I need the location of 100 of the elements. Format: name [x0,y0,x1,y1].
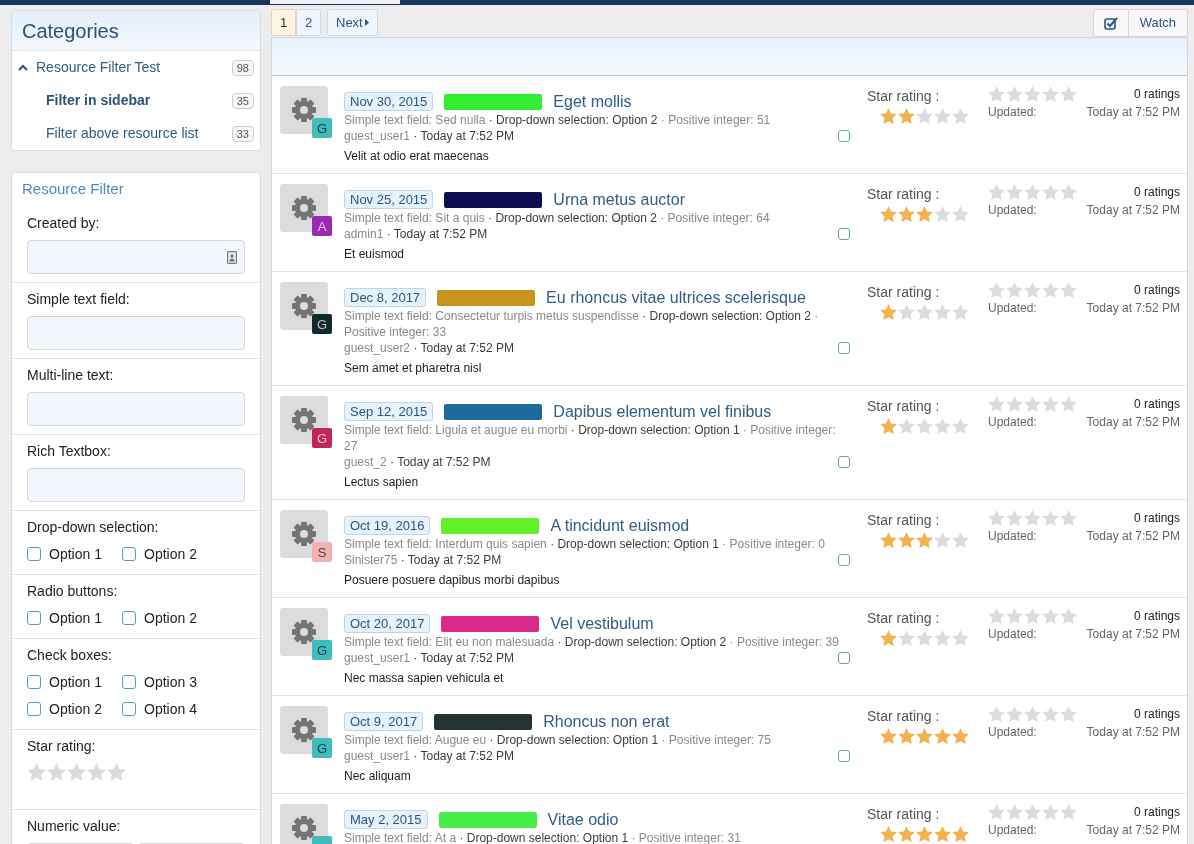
option-label[interactable]: Option 2 [144,609,197,627]
resource-snippet: Lectus sapien [344,474,420,490]
category-link[interactable]: Filter in sidebar [46,90,232,111]
star-icon [934,304,951,320]
gear-icon [280,396,328,444]
author-link[interactable]: admin1 [344,227,384,241]
resource-title-link[interactable]: Vitae odio [547,809,619,830]
checkbox[interactable] [838,456,850,468]
star-icon [934,108,951,124]
checkbox[interactable] [838,342,850,354]
rating-count: 0 ratings [1133,282,1180,298]
star-icon [1042,282,1059,298]
user-avatar[interactable]: S [312,542,332,562]
category-link[interactable]: Filter above resource list [46,123,232,144]
checkbox[interactable] [838,228,850,240]
star-rating-label: Star rating : [867,512,941,529]
checkbox[interactable] [838,130,850,142]
star-icon [1042,608,1059,624]
text-input[interactable] [27,468,245,502]
option-label[interactable]: Option 3 [144,673,197,691]
user-avatar[interactable]: A [312,216,332,236]
checkbox[interactable] [122,611,136,625]
resource-title-link[interactable]: Vel vestibulum [550,613,654,634]
user-avatar[interactable]: G [312,640,332,660]
checkbox[interactable] [838,554,850,566]
star-icon [1006,184,1023,200]
updated-label: Updated: [988,528,1037,544]
updated-time: Today at 7:52 PM [1086,626,1180,642]
author-link[interactable]: Sinister75 [344,553,398,567]
page-button[interactable]: 2 [296,9,321,36]
page-button[interactable]: 1 [271,9,296,36]
option-label[interactable]: Option 1 [49,609,102,627]
star-icon [1060,86,1077,102]
resource-title-link[interactable]: Eu rhoncus vitae ultrices scelerisque [546,287,806,308]
option-label[interactable]: Option 2 [49,700,102,718]
star-icon [988,396,1005,412]
option-label[interactable]: Option 4 [144,700,197,718]
author-link[interactable]: guest_2 [344,455,387,469]
user-field[interactable] [27,240,245,274]
author-link[interactable]: guest_user1 [344,749,411,763]
category-link[interactable]: Resource Filter Test [36,57,232,78]
checkbox[interactable] [27,547,41,561]
star-icon [988,608,1005,624]
star-icon [880,206,897,222]
date-label: Dec 8, 2017 [344,288,427,307]
star-icon [952,304,969,320]
star-icon [1024,804,1041,820]
option-label[interactable]: Option 1 [49,673,102,691]
star-icon [47,763,66,781]
author-link[interactable]: guest_user2 [344,341,411,355]
user-avatar[interactable]: G [312,118,332,138]
checkbox[interactable] [27,611,41,625]
post-time: · Today at 7:52 PM [386,227,488,241]
star-icon [1042,706,1059,722]
checkbox[interactable] [27,702,41,716]
star-icon [67,763,86,781]
rating-count: 0 ratings [1133,86,1180,102]
star-icon [952,630,969,646]
star-icon [988,510,1005,526]
star-rating-label: Star rating : [867,708,941,725]
resource-title-link[interactable]: Eget mollis [553,91,632,112]
custom-fields: Simple text field: Sit a quis · Drop-down selection: Option 2 · Positive integer: 64 [344,210,850,226]
date-label: Oct 9, 2017 [344,712,424,731]
resource-title-link[interactable]: A tincidunt euismod [550,515,690,536]
checkbox[interactable] [838,750,850,762]
chevron-up-icon[interactable] [18,64,28,71]
checkbox[interactable] [122,547,136,561]
star-icon [988,282,1005,298]
text-input[interactable] [27,392,245,426]
author-link[interactable]: guest_user1 [344,651,411,665]
text-input[interactable] [27,316,245,350]
post-time: · Today at 7:52 PM [413,651,514,665]
star-icon [1060,804,1077,820]
author-link[interactable]: guest_user1 [344,129,411,143]
resource-title-link[interactable]: Urna metus auctor [553,189,685,210]
star-icon [934,206,951,222]
resource-title-link[interactable]: Rhoncus non erat [543,711,670,732]
checkbox[interactable] [838,652,850,664]
watch-button[interactable]: Watch [1128,9,1188,37]
select-button[interactable] [1092,9,1129,37]
checkbox[interactable] [27,675,41,689]
gear-icon [280,282,328,330]
user-avatar[interactable]: G [312,314,332,334]
star-icon [1024,706,1041,722]
star-icon [1024,396,1041,412]
option-label[interactable]: Option 1 [49,545,102,563]
option-label[interactable]: Option 2 [144,545,197,563]
user-avatar[interactable]: G [312,738,332,758]
date-label: Nov 30, 2015 [344,92,434,111]
next-page-button[interactable]: Next [327,9,378,36]
user-avatar[interactable]: G [312,428,332,448]
star-icon [1006,86,1023,102]
checkbox[interactable] [122,702,136,716]
checkbox[interactable] [122,675,136,689]
star-icon [1060,510,1077,526]
updated-label: Updated: [988,822,1037,838]
resource-title-link[interactable]: Dapibus elementum vel finibus [553,401,772,422]
star-icon [952,206,969,222]
date-label: Oct 20, 2017 [344,614,431,633]
caret-right-icon [364,19,369,26]
